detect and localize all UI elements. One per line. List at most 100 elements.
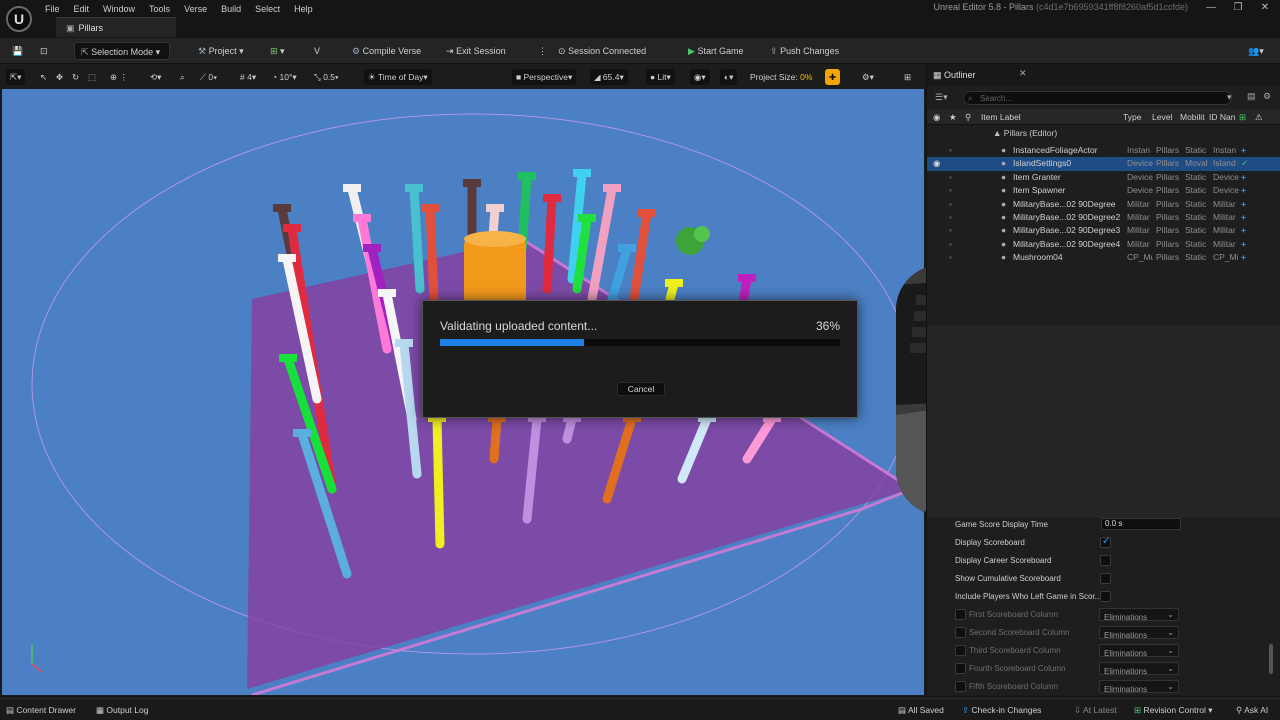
pillar[interactable] <box>409 184 425 294</box>
performance-dropdown[interactable]: ◐▾ <box>720 69 738 85</box>
column-enable-checkbox[interactable] <box>955 681 966 692</box>
column-type[interactable]: Type <box>1123 111 1141 123</box>
close-tab-icon[interactable]: ✕ <box>1019 68 1027 79</box>
compile-verse-button[interactable]: ⚙ Compile Verse <box>346 42 427 60</box>
cancel-button[interactable]: Cancel <box>617 382 665 396</box>
ask-ai-button[interactable]: ⚲ Ask AI <box>1236 703 1268 717</box>
favorite-icon[interactable]: ★ <box>949 111 957 123</box>
session-status[interactable]: ⊙ Session Connected <box>552 42 652 60</box>
warning-icon[interactable]: ✚ <box>825 69 841 85</box>
add-icon[interactable]: + <box>1241 251 1246 264</box>
rotate-tool-icon[interactable]: ↻ <box>68 69 83 85</box>
menu-tools[interactable]: Tools <box>142 2 177 16</box>
layout-icon[interactable]: ⊞ <box>900 69 915 85</box>
world-space-icon[interactable]: ⊕ ⋮ <box>106 69 132 85</box>
menu-window[interactable]: Window <box>96 2 142 16</box>
add-folder-icon[interactable]: ▤ <box>1247 91 1256 102</box>
pillar[interactable] <box>542 194 557 294</box>
transform-menu-icon[interactable]: ⇱▾ <box>6 69 26 85</box>
column-level[interactable]: Level <box>1152 111 1172 123</box>
column-enable-checkbox[interactable] <box>955 609 966 620</box>
select-tool-icon[interactable]: ↖ <box>36 69 51 85</box>
content-drawer-button[interactable]: ▤ Content Drawer <box>6 703 76 717</box>
scrollbar[interactable] <box>1269 644 1273 674</box>
outliner-row[interactable]: ▪ ● Mushroom04 CP_Mu Pillars Static CP_Mi + <box>927 251 1280 264</box>
all-saved-button[interactable]: ▤ All Saved <box>898 703 944 717</box>
surface-snap-icon[interactable]: ⟲▾ <box>146 69 165 85</box>
content-browse-icon[interactable]: ⊡ <box>34 42 54 60</box>
details-checkbox[interactable] <box>1100 536 1111 548</box>
grid-snap-toggle[interactable]: # 4▾ <box>236 69 260 85</box>
column-mobility[interactable]: Mobilit <box>1180 111 1205 123</box>
time-of-day-dropdown[interactable]: ☀ Time of Day▾ <box>364 69 432 85</box>
pillar[interactable] <box>607 244 632 304</box>
outliner-settings-icon[interactable]: ⚙ <box>1263 91 1271 102</box>
scale-snap-toggle[interactable]: ⤡ 0.5▾ <box>310 69 343 85</box>
at-latest-button[interactable]: ⇩ At Latest <box>1074 703 1117 717</box>
menu-verse[interactable]: Verse <box>177 2 214 16</box>
details-checkbox[interactable] <box>1100 573 1111 584</box>
revision-control-dropdown[interactable]: ⊞ Revision Control ▾ <box>1134 703 1213 717</box>
column-enable-checkbox[interactable] <box>955 627 966 638</box>
outliner-row[interactable]: ◉ ● IslandSettings0 Device Pillars Moval Islan… <box>927 157 1280 171</box>
scale-tool-icon[interactable]: ⬚ <box>84 69 100 85</box>
output-log-button[interactable]: ▦ Output Log <box>96 703 148 717</box>
column-enable-checkbox[interactable] <box>955 663 966 674</box>
add-icon[interactable]: + <box>1241 198 1246 211</box>
visibility-toggle-icon[interactable]: ◉ <box>933 157 940 170</box>
angle-snap-toggle[interactable]: ◔ 10°▾ <box>268 69 301 85</box>
level-tab[interactable]: ▣ Pillars <box>56 17 176 37</box>
selection-mode-dropdown[interactable]: ⇱ Selection Mode ▾ <box>74 42 170 60</box>
scoreboard-column-select[interactable]: Eliminations ⌄ <box>1099 662 1179 676</box>
details-checkbox[interactable] <box>1100 555 1111 566</box>
search-input[interactable]: ⌕ Search... <box>963 91 1232 105</box>
outliner-row[interactable]: ▪ ● MilitaryBase...02 90Degree2 Militar Pill… <box>927 211 1280 224</box>
menu-help[interactable]: Help <box>287 2 320 16</box>
level-group-row[interactable]: ▲ Pillars (Editor) <box>993 127 1057 140</box>
save-icon[interactable]: 💾 <box>6 42 29 60</box>
menu-edit[interactable]: Edit <box>67 2 97 16</box>
column-id-name[interactable]: ID Nan <box>1209 111 1235 123</box>
perspective-dropdown[interactable]: ■ Perspective▾ <box>512 69 577 85</box>
add-icon[interactable]: + <box>1241 238 1246 251</box>
rotate-snap-toggle[interactable]: ⟋ 0▾ <box>196 69 221 85</box>
add-icon[interactable]: + <box>1241 144 1246 157</box>
scoreboard-column-select[interactable]: Eliminations ⌄ <box>1099 680 1179 694</box>
outliner-row[interactable]: ▪ ● MilitaryBase...02 90Degree3 Militar Pill… <box>927 224 1280 237</box>
snap-icon[interactable]: ⌕ <box>176 69 189 85</box>
add-actor-button[interactable]: ⊞ ▾ <box>264 42 291 60</box>
outliner-row[interactable]: ▪ ● MilitaryBase...02 90Degree4 Militar Pill… <box>927 238 1280 251</box>
minimize-icon[interactable]: — <box>1200 2 1222 13</box>
outliner-row[interactable]: ▪ ● InstancedFoliageActor Instan Pillars Stat… <box>927 144 1280 157</box>
column-item-label[interactable]: Item Label <box>981 111 1021 123</box>
lit-dropdown[interactable]: ● Lit▾ <box>646 69 675 85</box>
close-window-icon[interactable]: ✕ <box>1254 2 1276 13</box>
more-options-icon[interactable]: ⋮ <box>532 42 553 60</box>
search-dropdown-icon[interactable]: ▾ <box>1227 92 1232 103</box>
check-in-changes-button[interactable]: ⇪ Check-in Changes <box>962 703 1041 717</box>
add-icon[interactable]: + <box>1241 171 1246 184</box>
pillar[interactable] <box>629 209 652 304</box>
outliner-row[interactable]: ▪ ● Item Spawner Device Pillars Static Device + <box>927 184 1280 197</box>
maximize-icon[interactable]: ❐ <box>1227 2 1249 13</box>
pillar[interactable] <box>432 414 445 549</box>
verse-icon[interactable]: V <box>308 42 326 60</box>
pillar[interactable] <box>425 204 439 304</box>
menu-select[interactable]: Select <box>248 2 287 16</box>
pin-icon[interactable]: ⚲ <box>965 111 971 123</box>
filter-icon[interactable]: ☰▾ <box>935 92 948 103</box>
show-dropdown[interactable]: ◉▾ <box>690 69 710 85</box>
add-icon[interactable]: + <box>1241 211 1246 224</box>
game-score-display-time-input[interactable]: 0.0 s <box>1101 518 1181 530</box>
unreal-logo-icon[interactable]: U <box>6 6 32 32</box>
outliner-row[interactable]: ▪ ● MilitaryBase...02 90Degree Militar Pilla… <box>927 198 1280 211</box>
start-game-button[interactable]: ▶ Start Game <box>682 42 749 60</box>
column-enable-checkbox[interactable] <box>955 645 966 656</box>
push-changes-button[interactable]: ⇪ Push Changes <box>764 42 845 60</box>
pillar[interactable] <box>489 414 502 464</box>
scoreboard-column-select[interactable]: Eliminations ⌄ <box>1099 644 1179 658</box>
exit-session-button[interactable]: ⇥ Exit Session <box>440 42 512 60</box>
add-icon[interactable]: + <box>1241 224 1246 237</box>
menu-file[interactable]: File <box>38 2 67 16</box>
project-dropdown[interactable]: ⚒ Project ▾ <box>192 42 250 60</box>
